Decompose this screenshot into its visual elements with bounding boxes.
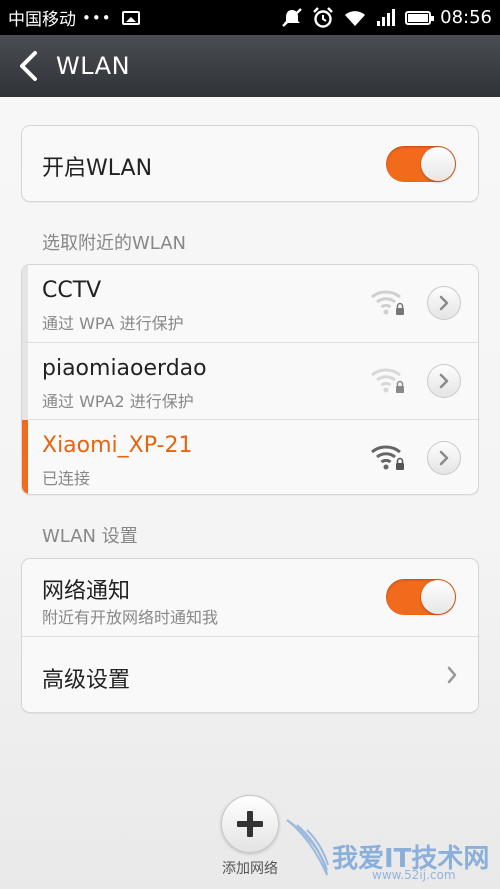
network-item-piaomiaoerdao[interactable]: piaomiaoerdao 通过 WPA2 进行保护 bbox=[22, 342, 478, 419]
network-status: 已连接 bbox=[42, 469, 91, 488]
connected-indicator bbox=[22, 420, 28, 494]
network-item-xiaomi[interactable]: Xiaomi_XP-21 已连接 bbox=[22, 419, 478, 494]
row-edge bbox=[22, 265, 28, 342]
network-notify-label: 网络通知 bbox=[42, 579, 131, 604]
back-button[interactable] bbox=[0, 35, 56, 97]
network-security: 通过 WPA2 进行保护 bbox=[42, 392, 194, 411]
title-bar: WLAN bbox=[0, 35, 500, 97]
network-notify-sublabel: 附近有开放网络时通知我 bbox=[42, 608, 219, 627]
page-title: WLAN bbox=[56, 52, 131, 80]
carrier-name: 中国移动 bbox=[8, 10, 76, 30]
chevron-right-icon bbox=[439, 373, 449, 389]
wlan-toggle-row[interactable]: 开启WLAN bbox=[22, 126, 478, 201]
network-security: 通过 WPA 进行保护 bbox=[42, 314, 184, 333]
image-icon bbox=[121, 10, 140, 25]
plus-icon bbox=[237, 811, 263, 837]
wlan-toggle-card: 开启WLAN bbox=[21, 125, 479, 202]
network-item-cctv[interactable]: CCTV 通过 WPA 进行保护 bbox=[22, 265, 478, 342]
alarm-icon bbox=[313, 6, 333, 28]
add-network-button[interactable] bbox=[221, 795, 279, 853]
network-details-button[interactable] bbox=[427, 441, 461, 475]
nearby-section-title: 选取附近的WLAN bbox=[42, 233, 187, 254]
advanced-settings-label: 高级设置 bbox=[42, 668, 131, 693]
chevron-right-icon bbox=[447, 666, 457, 684]
back-arrow-icon bbox=[20, 51, 37, 81]
wifi-lock-icon bbox=[371, 368, 404, 393]
settings-card: 网络通知 附近有开放网络时通知我 高级设置 bbox=[21, 558, 479, 713]
chevron-right-icon bbox=[439, 295, 449, 311]
network-details-button[interactable] bbox=[427, 364, 461, 398]
wifi-status-icon bbox=[345, 10, 366, 26]
network-notify-row[interactable]: 网络通知 附近有开放网络时通知我 bbox=[22, 559, 478, 636]
toggle-knob bbox=[421, 580, 455, 614]
network-name: Xiaomi_XP-21 bbox=[42, 433, 193, 458]
watermark: 我爱IT技术网 www.52ij.com bbox=[282, 808, 497, 886]
watermark-url: www.52ij.com bbox=[372, 868, 456, 882]
clock: 08:56 bbox=[440, 7, 492, 28]
mute-icon bbox=[282, 7, 302, 27]
network-name: CCTV bbox=[42, 278, 102, 303]
chevron-right-icon bbox=[439, 450, 449, 466]
wlan-toggle-switch[interactable] bbox=[386, 146, 456, 182]
notification-dots: ••• bbox=[82, 8, 112, 27]
wifi-lock-icon bbox=[371, 445, 404, 470]
battery-icon bbox=[405, 10, 435, 25]
signal-icon bbox=[377, 8, 396, 26]
network-name: piaomiaoerdao bbox=[42, 356, 207, 381]
network-list: CCTV 通过 WPA 进行保护 piaomiaoerdao 通过 WPA2 进… bbox=[21, 264, 479, 495]
wifi-lock-icon bbox=[371, 290, 404, 315]
settings-section-title: WLAN 设置 bbox=[42, 526, 138, 547]
wlan-toggle-label: 开启WLAN bbox=[42, 156, 153, 181]
network-details-button[interactable] bbox=[427, 286, 461, 320]
advanced-settings-row[interactable]: 高级设置 bbox=[22, 636, 478, 712]
network-notify-switch[interactable] bbox=[386, 579, 456, 615]
status-bar: 中国移动 ••• 08:56 bbox=[0, 0, 500, 35]
row-edge bbox=[22, 343, 28, 419]
toggle-knob bbox=[421, 147, 455, 181]
